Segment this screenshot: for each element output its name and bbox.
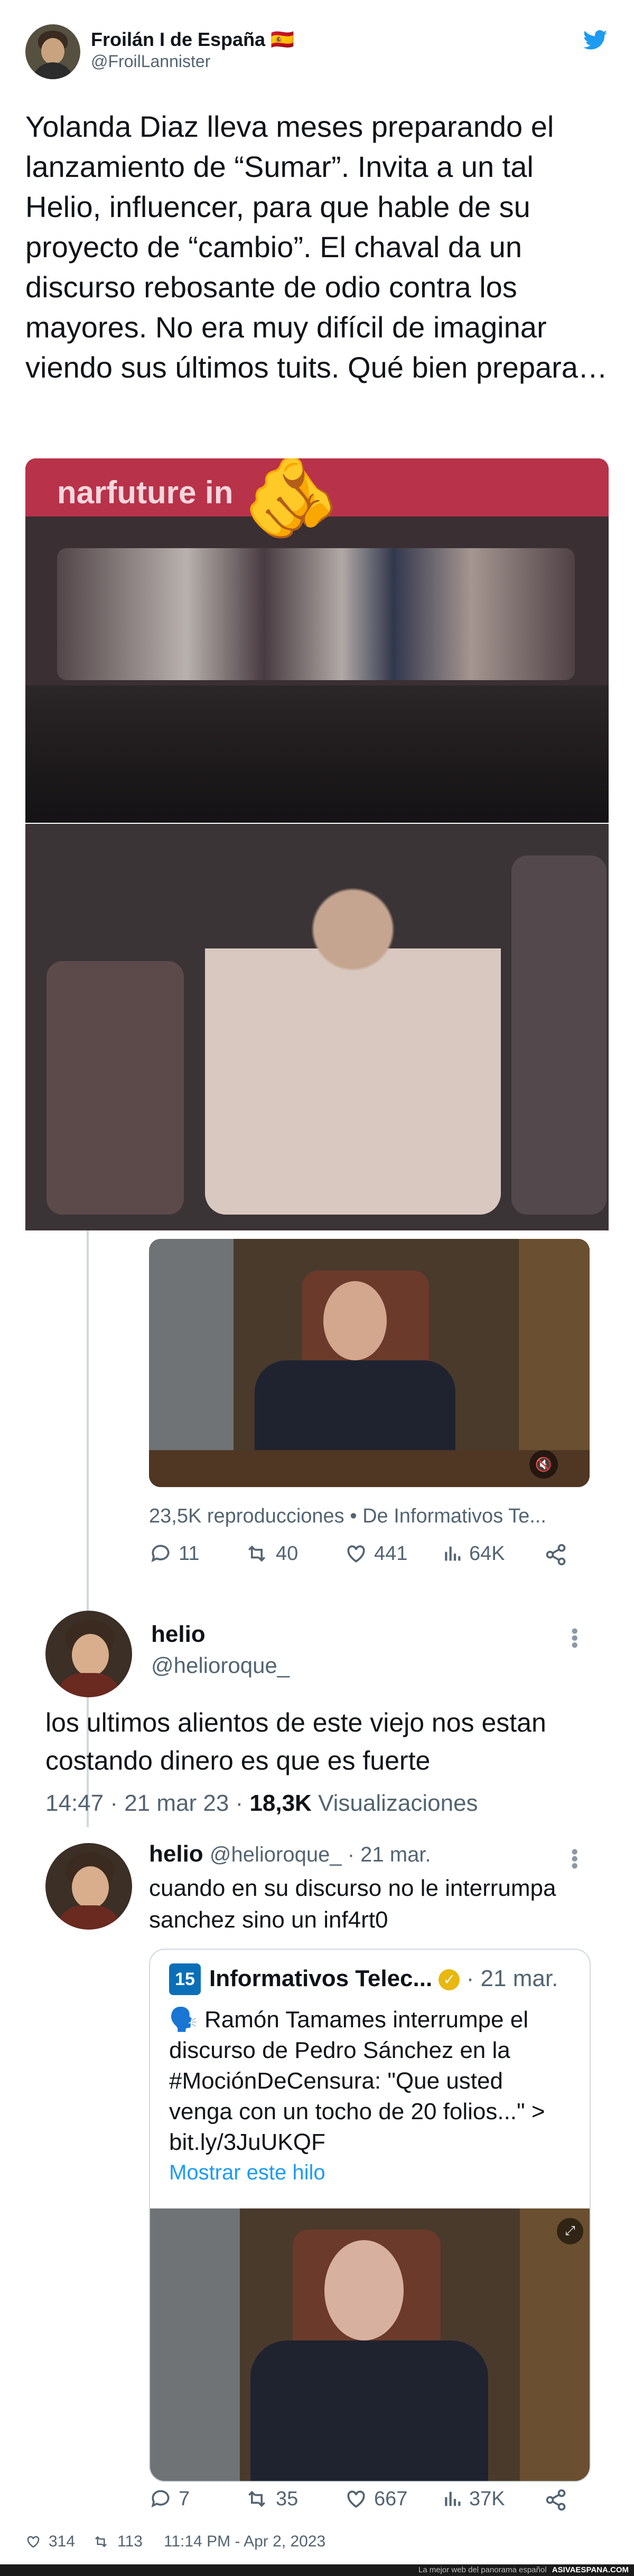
retweet-icon xyxy=(248,1545,265,1562)
heart-icon xyxy=(347,1545,365,1563)
retweet-icon xyxy=(248,2490,265,2507)
helio-reply-avatar[interactable] xyxy=(45,1843,132,1930)
footer-tagline: La mejor web del panorama español xyxy=(418,2565,547,2574)
like-stat[interactable]: 441 xyxy=(344,1542,407,1565)
reply-text: cuando en su discurso no le interrumpa s… xyxy=(149,1875,556,1933)
helio-avatar[interactable] xyxy=(45,1611,132,1697)
pointing-emoji: 🫵 xyxy=(242,458,341,541)
bottom-timestamp: 11:14 PM - Apr 2, 2023 xyxy=(163,2533,326,2550)
helio-tweet-text: los ultimos alientos de este viejo nos e… xyxy=(45,1708,546,1775)
rally-photo[interactable]: narfuture in 🫵 xyxy=(25,458,609,823)
retweet-icon xyxy=(95,2536,107,2547)
views-stat[interactable]: 37K xyxy=(442,2487,505,2511)
quoted-text: 🗣️ Ramón Tamames interrumpe el discurso … xyxy=(169,2007,545,2155)
reply-header: helio @helioroque_ · 21 mar. xyxy=(149,1841,431,1867)
reply-name: helio xyxy=(149,1841,203,1867)
author-handle[interactable]: @FroilLannister xyxy=(91,52,210,71)
retweet-stat[interactable]: 40 xyxy=(244,1542,298,1565)
bottom-retweets: 113 xyxy=(117,2533,143,2550)
helio-name[interactable]: helio xyxy=(151,1621,206,1648)
helio-handle[interactable]: @helioroque_ xyxy=(151,1653,290,1678)
reply-icon xyxy=(151,1545,170,1563)
views-count: 18,3K xyxy=(249,1790,312,1816)
author-avatar[interactable] xyxy=(25,24,80,79)
quoted-image[interactable]: ⤢ xyxy=(150,2208,590,2481)
heart-icon xyxy=(27,2536,40,2548)
views-stat[interactable]: 64K xyxy=(442,1542,505,1565)
banner-text: narfuture in xyxy=(57,475,234,510)
expand-icon[interactable]: ⤢ xyxy=(557,2218,583,2244)
speaker-photo[interactable] xyxy=(25,824,609,1230)
twitter-bird-icon[interactable] xyxy=(583,30,608,51)
video-views-line: 23,5K reproducciones • De Informativos T… xyxy=(149,1505,546,1527)
share-icon[interactable] xyxy=(544,2488,567,2514)
video-player[interactable]: 🔇 xyxy=(149,1239,590,1487)
footer-site: ASIVAESPANA.COM xyxy=(552,2565,629,2574)
reply-icon xyxy=(151,2490,170,2508)
like-stat[interactable]: 667 xyxy=(344,2487,407,2511)
bottom-likes: 314 xyxy=(49,2533,76,2550)
quoted-date: · 21 mar. xyxy=(466,1966,558,1991)
show-thread-link[interactable]: Mostrar este hilo xyxy=(169,2161,325,2185)
site-footer: La mejor web del panorama español ASIVAE… xyxy=(0,2564,634,2576)
author-name[interactable]: Froilán I de España 🇪🇸 xyxy=(91,29,294,51)
retweet-stat[interactable]: 35 xyxy=(244,2487,298,2511)
verified-badge-icon: ✓ xyxy=(439,1969,460,1991)
quoted-name: Informativos Telec... xyxy=(209,1966,433,1991)
reply-handle: @helioroque_ · 21 mar. xyxy=(209,1843,431,1866)
share-icon[interactable] xyxy=(544,1543,567,1569)
heart-icon xyxy=(347,2490,365,2508)
bottom-meta: 314 113 11:14 PM - Apr 2, 2023 xyxy=(25,2533,325,2551)
tweet-text: Yolanda Diaz lleva meses preparando el l… xyxy=(25,110,608,384)
bar-chart-icon xyxy=(445,2492,461,2506)
helio-tweet-meta: 14:47 · 21 mar 23 · 18,3K Visualizacione… xyxy=(45,1790,478,1816)
mute-icon[interactable]: 🔇 xyxy=(529,1450,558,1479)
bar-chart-icon xyxy=(445,1546,461,1561)
more-icon[interactable]: ••• xyxy=(563,1628,585,1649)
reply-stat[interactable]: 7 xyxy=(149,2487,190,2511)
reply-stat[interactable]: 11 xyxy=(149,1542,199,1565)
quoted-tweet-card[interactable]: 15 Informativos Telec... ✓ · 21 mar. 🗣️ … xyxy=(149,1949,591,2482)
informativos-logo-icon: 15 xyxy=(169,1963,201,1995)
more-icon[interactable]: ••• xyxy=(563,1848,585,1869)
